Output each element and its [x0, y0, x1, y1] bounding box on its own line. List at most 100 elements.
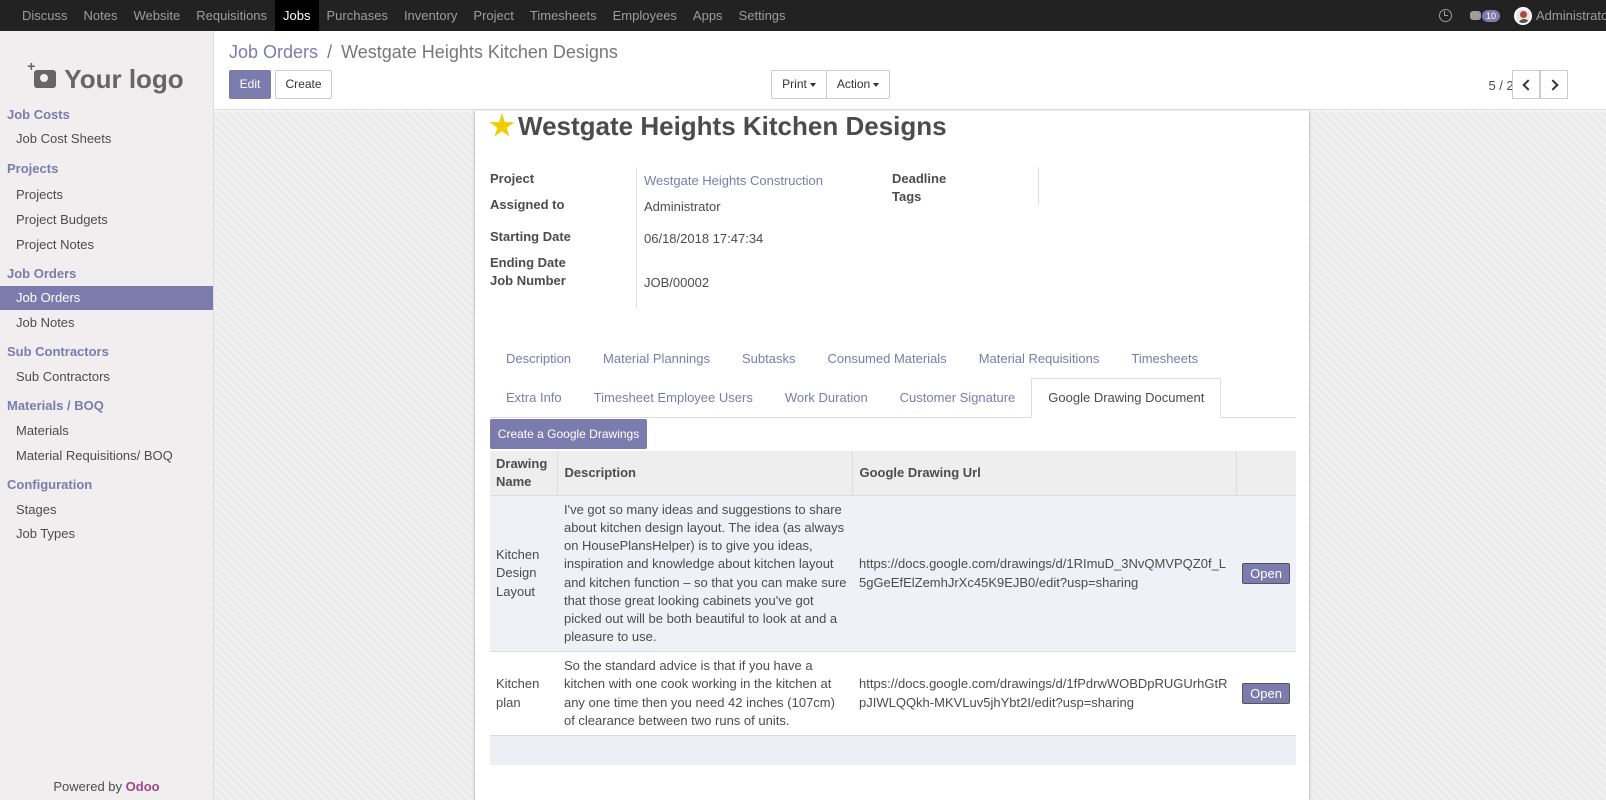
field-separator: [1038, 167, 1039, 205]
sidebar-item-job-notes[interactable]: Job Notes: [0, 311, 213, 335]
menu-website[interactable]: Website: [125, 0, 188, 31]
sidebar-section-projects: Projects: [7, 161, 59, 176]
sidebar-section-sub-contractors: Sub Contractors: [7, 344, 109, 359]
label-ending-date: Ending Date: [490, 255, 566, 270]
menu-inventory[interactable]: Inventory: [396, 0, 465, 31]
sidebar-item-materials[interactable]: Materials: [0, 419, 213, 443]
notebook-tabs-row-1: Description Material Plannings Subtasks …: [490, 339, 1214, 379]
sidebar-item-sub-contractors[interactable]: Sub Contractors: [0, 365, 213, 389]
column-header-drawing-name[interactable]: Drawing Name: [490, 451, 559, 496]
messages-count-badge: 10: [1481, 9, 1500, 22]
menu-employees[interactable]: Employees: [605, 0, 685, 31]
action-dropdown[interactable]: Action: [826, 70, 890, 99]
form-sheet: Westgate Heights Kitchen Designs Project…: [474, 111, 1310, 800]
user-menu[interactable]: Administrator: [1536, 8, 1606, 23]
tab-material-plannings[interactable]: Material Plannings: [587, 339, 726, 379]
menu-notes[interactable]: Notes: [76, 0, 126, 31]
action-label: Action: [836, 77, 871, 91]
tab-subtasks[interactable]: Subtasks: [726, 339, 811, 379]
tab-customer-signature[interactable]: Customer Signature: [884, 378, 1032, 418]
sidebar-section-job-costs: Job Costs: [7, 107, 70, 122]
print-dropdown[interactable]: Print: [771, 70, 827, 99]
chat-bubble-icon: [1469, 11, 1481, 20]
google-drawings-table: Drawing Name Description Google Drawing …: [490, 451, 1296, 765]
url-cell: https://docs.google.com/drawings/d/1fPdr…: [852, 651, 1237, 736]
activity-clock-icon[interactable]: [1438, 9, 1452, 22]
sidebar-item-projects[interactable]: Projects: [0, 183, 213, 207]
tab-description[interactable]: Description: [490, 339, 587, 379]
edit-button[interactable]: Edit: [229, 70, 271, 99]
label-job-number: Job Number: [490, 273, 566, 288]
sidebar-section-configuration: Configuration: [7, 477, 93, 492]
tab-work-duration[interactable]: Work Duration: [769, 378, 884, 418]
user-avatar[interactable]: [1514, 6, 1532, 25]
star-icon[interactable]: [489, 113, 515, 137]
tab-extra-info[interactable]: Extra Info: [490, 378, 578, 418]
sidebar: Your logo Job Costs Job Cost Sheets Proj…: [0, 31, 214, 800]
table-header-row: Drawing Name Description Google Drawing …: [490, 451, 1296, 496]
menu-jobs[interactable]: Jobs: [275, 0, 319, 31]
powered-by-text: Powered by: [53, 779, 123, 794]
assigned-to-field[interactable]: Administrator: [644, 199, 721, 214]
sidebar-item-stages[interactable]: Stages: [0, 498, 213, 522]
sidebar-item-job-cost-sheets[interactable]: Job Cost Sheets: [0, 127, 213, 151]
menu-apps[interactable]: Apps: [685, 0, 731, 31]
tab-timesheet-employee-users[interactable]: Timesheet Employee Users: [578, 378, 769, 418]
sidebar-item-project-budgets[interactable]: Project Budgets: [0, 208, 213, 232]
breadcrumb-separator: /: [327, 42, 333, 62]
sidebar-item-job-orders[interactable]: Job Orders: [0, 286, 213, 310]
create-google-drawing-button[interactable]: Create a Google Drawings: [490, 419, 647, 449]
label-tags: Tags: [892, 189, 922, 204]
column-header-description[interactable]: Description: [557, 451, 854, 496]
label-assigned-to: Assigned to: [490, 197, 565, 212]
job-number-field[interactable]: JOB/00002: [644, 275, 709, 290]
chevron-right-icon[interactable]: [1540, 70, 1568, 99]
tab-material-requisitions[interactable]: Material Requisitions: [963, 339, 1116, 379]
menu-project[interactable]: Project: [465, 0, 521, 31]
starting-date-field[interactable]: 06/18/2018 17:47:34: [644, 231, 763, 246]
powered-by: Powered by Odoo: [0, 779, 213, 794]
caret-down-icon: [873, 82, 880, 87]
open-cell: Open: [1236, 495, 1296, 652]
breadcrumb-job-orders[interactable]: Job Orders: [229, 42, 318, 62]
print-label: Print: [782, 77, 807, 91]
systray: 10 Administrator: [1438, 0, 1606, 31]
menu-purchases[interactable]: Purchases: [319, 0, 396, 31]
breadcrumb-current: Westgate Heights Kitchen Designs: [341, 42, 618, 62]
project-field[interactable]: Westgate Heights Construction: [644, 173, 823, 188]
top-navbar: Discuss Notes Website Requisitions Jobs …: [0, 0, 1606, 31]
drawing-name-cell: Kitchen plan: [490, 651, 558, 736]
column-header-google-drawing-url[interactable]: Google Drawing Url: [852, 451, 1237, 496]
odoo-link[interactable]: Odoo: [126, 779, 160, 794]
menu-discuss[interactable]: Discuss: [14, 0, 76, 31]
chevron-left-icon[interactable]: [1512, 70, 1540, 99]
caret-down-icon: [809, 82, 816, 87]
open-button[interactable]: Open: [1242, 563, 1290, 584]
column-header-actions: [1236, 451, 1296, 496]
company-logo[interactable]: Your logo: [24, 49, 194, 109]
sidebar-section-job-orders: Job Orders: [7, 266, 77, 281]
empty-cell: [490, 735, 1296, 765]
logo-text: Your logo: [64, 63, 184, 94]
menu-settings[interactable]: Settings: [731, 0, 794, 31]
description-cell: So the standard advice is that if you ha…: [557, 651, 853, 736]
empty-table-row: [490, 735, 1296, 765]
label-starting-date: Starting Date: [490, 229, 571, 244]
camera-icon: [27, 58, 57, 88]
open-button[interactable]: Open: [1242, 683, 1290, 704]
table-row[interactable]: Kitchen plan So the standard advice is t…: [490, 651, 1296, 736]
tab-timesheets[interactable]: Timesheets: [1115, 339, 1214, 379]
field-separator: [636, 167, 637, 309]
messages-button[interactable]: 10: [1469, 9, 1500, 22]
create-button[interactable]: Create: [275, 70, 332, 99]
sidebar-item-material-requisitions-boq[interactable]: Material Requisitions/ BOQ: [0, 444, 213, 468]
table-row[interactable]: Kitchen Design Layout I've got so many i…: [490, 495, 1296, 652]
tab-google-drawing-document[interactable]: Google Drawing Document: [1031, 378, 1222, 418]
menu-requisitions[interactable]: Requisitions: [188, 0, 275, 31]
menu-timesheets[interactable]: Timesheets: [522, 0, 605, 31]
tab-consumed-materials[interactable]: Consumed Materials: [811, 339, 962, 379]
record-title: Westgate Heights Kitchen Designs: [518, 111, 947, 141]
sidebar-item-job-types[interactable]: Job Types: [0, 522, 213, 546]
sidebar-nav: Job Costs Job Cost Sheets Projects Proje…: [0, 103, 213, 546]
sidebar-item-project-notes[interactable]: Project Notes: [0, 233, 213, 257]
